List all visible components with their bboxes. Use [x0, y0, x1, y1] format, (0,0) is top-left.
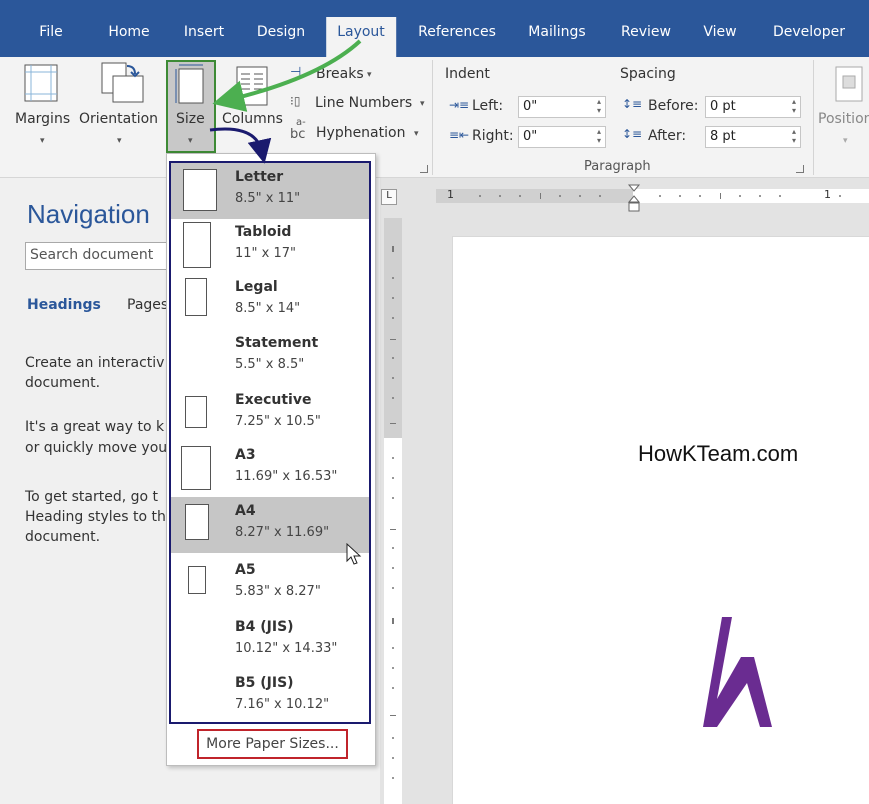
tutorial-arrows — [209, 39, 362, 164]
navy-arrow — [209, 127, 272, 164]
green-arrow — [212, 39, 362, 112]
